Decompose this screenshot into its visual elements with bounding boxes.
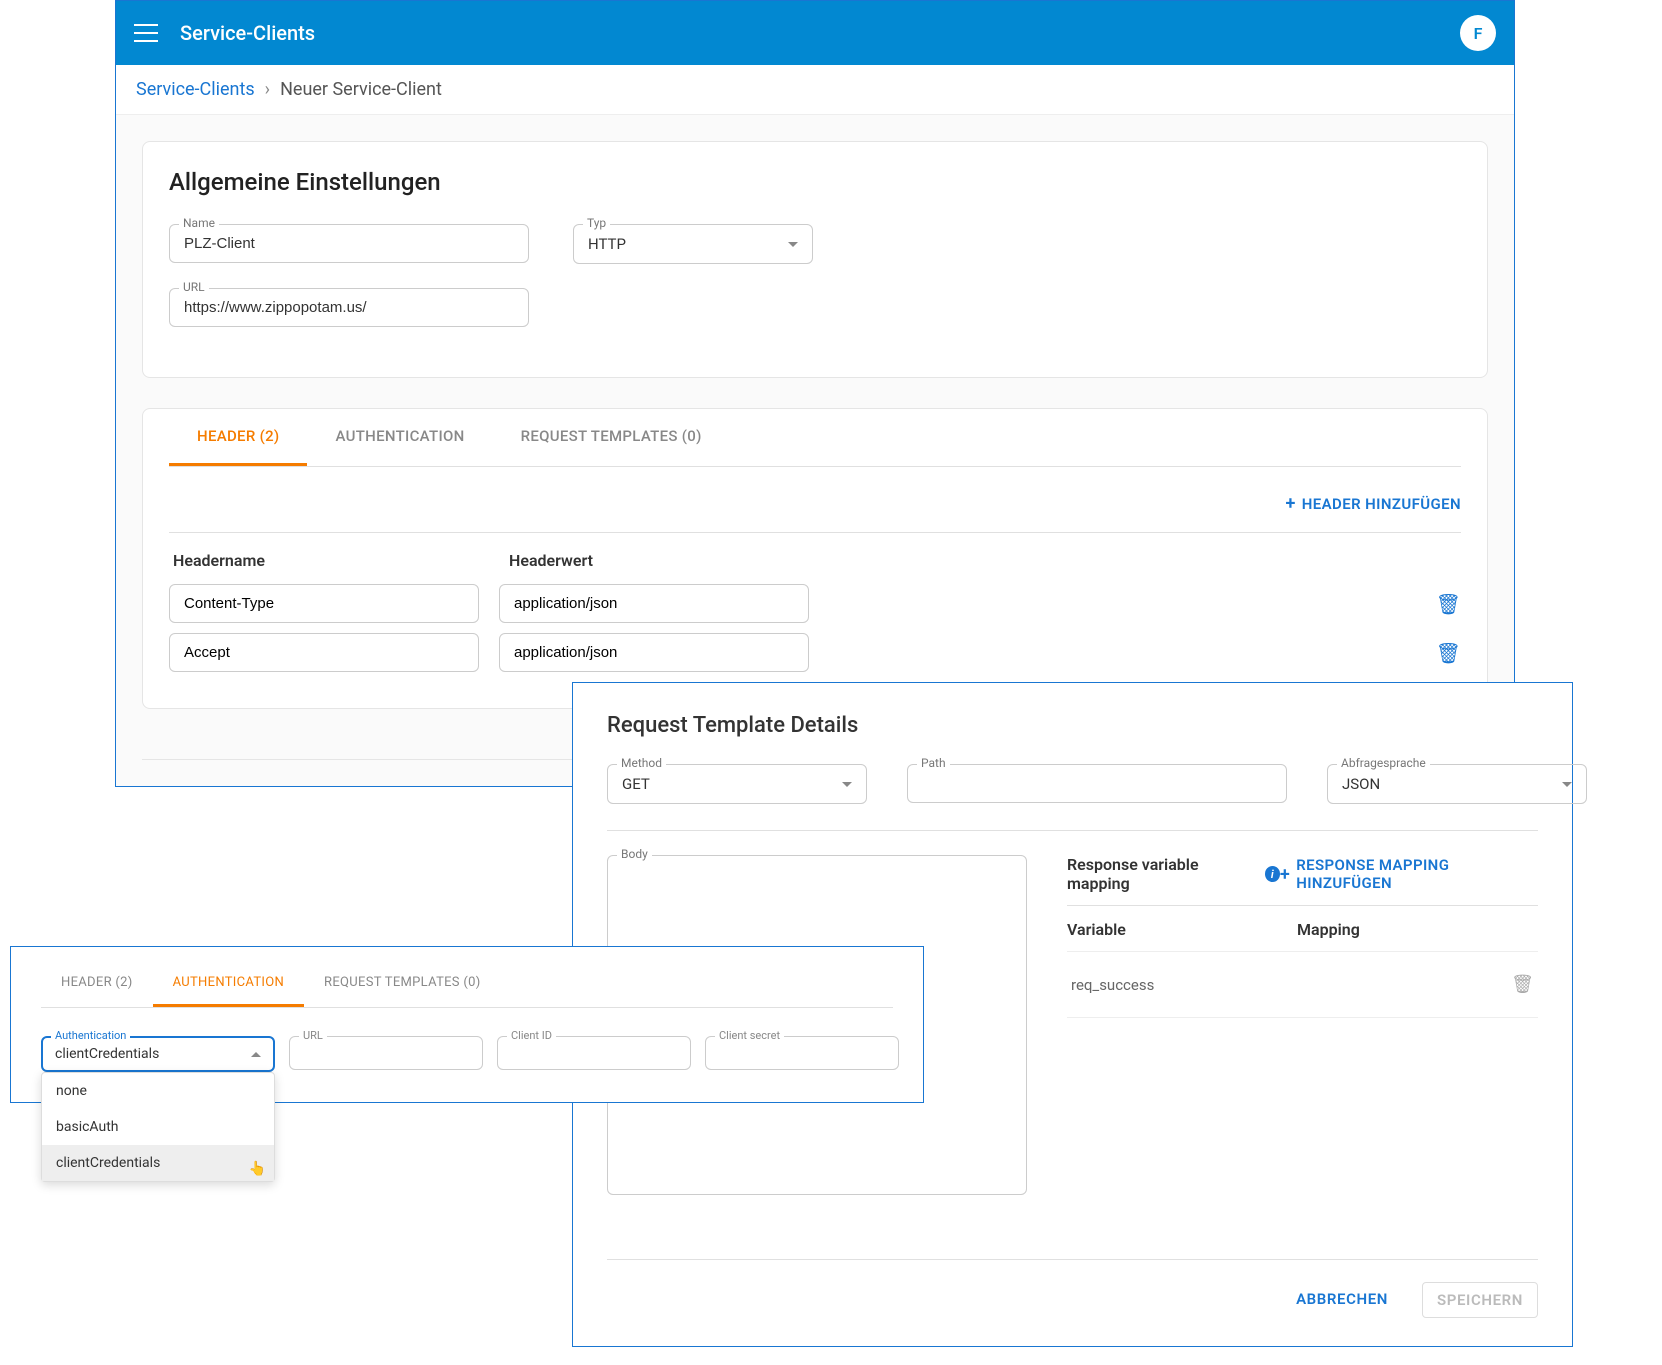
dropdown-item-clientcredentials[interactable]: clientCredentials 👆 bbox=[42, 1145, 274, 1181]
header-value-input[interactable] bbox=[499, 633, 809, 672]
breadcrumb: Service-Clients › Neuer Service-Client bbox=[116, 65, 1514, 115]
auth-select-label: Authentication bbox=[51, 1029, 130, 1042]
auth-url-field: URL bbox=[289, 1036, 483, 1072]
method-label: Method bbox=[617, 756, 666, 770]
trash-icon[interactable]: 🗑 bbox=[1511, 974, 1534, 995]
app-bar-left: Service-Clients bbox=[134, 21, 315, 45]
type-select[interactable]: HTTP bbox=[573, 224, 813, 264]
path-field: Path bbox=[907, 764, 1287, 804]
mapping-section: Response variable mapping i + RESPONSE M… bbox=[1067, 855, 1538, 1018]
chevron-down-icon bbox=[788, 242, 798, 247]
mapping-title: Response variable mapping i bbox=[1067, 855, 1280, 893]
app-bar: Service-Clients F bbox=[116, 1, 1514, 65]
plus-icon: + bbox=[1285, 493, 1295, 514]
method-field: Method GET bbox=[607, 764, 867, 804]
type-value: HTTP bbox=[588, 235, 626, 253]
auth-dropdown-menu: none basicAuth clientCredentials 👆 bbox=[41, 1072, 275, 1182]
lang-select[interactable]: JSON bbox=[1327, 764, 1587, 804]
main-panel: Service-Clients F Service-Clients › Neue… bbox=[115, 0, 1515, 787]
auth-clientid-field: Client ID bbox=[497, 1036, 691, 1072]
method-value: GET bbox=[622, 775, 650, 793]
auth-clientid-label: Client ID bbox=[507, 1029, 556, 1042]
auth-panel: HEADER (2) AUTHENTICATION REQUEST TEMPLA… bbox=[10, 946, 924, 1103]
col-headername: Headername bbox=[169, 551, 509, 570]
name-field: Name bbox=[169, 224, 529, 264]
tab-header[interactable]: HEADER (2) bbox=[41, 961, 153, 1007]
mapping-row: req_success 🗑 bbox=[1067, 951, 1538, 1018]
breadcrumb-current: Neuer Service-Client bbox=[280, 79, 442, 100]
path-label: Path bbox=[917, 756, 950, 770]
name-input[interactable] bbox=[169, 224, 529, 263]
save-button: SPEICHERN bbox=[1422, 1282, 1538, 1318]
chevron-down-icon bbox=[842, 782, 852, 787]
url-input[interactable] bbox=[169, 288, 529, 327]
cancel-button[interactable]: ABBRECHEN bbox=[1282, 1282, 1402, 1318]
dropdown-item-none[interactable]: none bbox=[42, 1073, 274, 1109]
tab-request-templates[interactable]: REQUEST TEMPLATES (0) bbox=[493, 409, 730, 466]
table-row: 🗑 bbox=[169, 584, 1461, 623]
chevron-up-icon bbox=[251, 1052, 261, 1057]
plus-icon: + bbox=[1280, 864, 1290, 885]
add-mapping-label: RESPONSE MAPPING HINZUFÜGEN bbox=[1296, 856, 1538, 892]
type-label: Typ bbox=[583, 216, 610, 230]
tab-authentication[interactable]: AUTHENTICATION bbox=[153, 961, 304, 1007]
menu-icon[interactable] bbox=[134, 24, 158, 42]
body-label: Body bbox=[617, 847, 652, 861]
details-title: Request Template Details bbox=[607, 713, 1538, 738]
tab-request-templates[interactable]: REQUEST TEMPLATES (0) bbox=[304, 961, 501, 1007]
header-value-input[interactable] bbox=[499, 584, 809, 623]
auth-url-label: URL bbox=[299, 1029, 327, 1042]
header-table-head: Headername Headerwert bbox=[169, 533, 1461, 584]
trash-icon[interactable]: 🗑 bbox=[1436, 592, 1461, 616]
col-headerwert: Headerwert bbox=[509, 551, 1461, 570]
auth-select-field: Authentication clientCredentials none ba… bbox=[41, 1036, 275, 1072]
table-row: 🗑 bbox=[169, 633, 1461, 672]
general-title: Allgemeine Einstellungen bbox=[169, 168, 1461, 196]
avatar[interactable]: F bbox=[1460, 15, 1496, 51]
cursor-icon: 👆 bbox=[249, 1161, 266, 1177]
name-label: Name bbox=[179, 216, 219, 230]
url-field: URL bbox=[169, 288, 529, 327]
col-variable: Variable bbox=[1067, 920, 1297, 939]
dropdown-item-basicauth[interactable]: basicAuth bbox=[42, 1109, 274, 1145]
col-mapping: Mapping bbox=[1297, 920, 1538, 939]
auth-secret-field: Client secret bbox=[705, 1036, 899, 1072]
lang-field: Abfragesprache JSON bbox=[1327, 764, 1587, 804]
tab-header[interactable]: HEADER (2) bbox=[169, 409, 307, 466]
auth-secret-label: Client secret bbox=[715, 1029, 784, 1042]
url-label: URL bbox=[179, 280, 209, 294]
tabs: HEADER (2) AUTHENTICATION REQUEST TEMPLA… bbox=[169, 409, 1461, 467]
app-title: Service-Clients bbox=[180, 21, 315, 45]
auth-tabs: HEADER (2) AUTHENTICATION REQUEST TEMPLA… bbox=[41, 961, 893, 1008]
general-settings-card: Allgemeine Einstellungen Name Typ HTTP U… bbox=[142, 141, 1488, 378]
type-field: Typ HTTP bbox=[573, 224, 813, 264]
add-mapping-button[interactable]: + RESPONSE MAPPING HINZUFÜGEN bbox=[1280, 856, 1538, 892]
header-name-input[interactable] bbox=[169, 633, 479, 672]
auth-select-value: clientCredentials bbox=[55, 1046, 159, 1062]
chevron-right-icon: › bbox=[265, 79, 270, 100]
lang-value: JSON bbox=[1342, 775, 1380, 793]
info-icon[interactable]: i bbox=[1265, 866, 1280, 882]
tab-authentication[interactable]: AUTHENTICATION bbox=[307, 409, 492, 466]
add-header-label: HEADER HINZUFÜGEN bbox=[1302, 495, 1461, 513]
method-select[interactable]: GET bbox=[607, 764, 867, 804]
breadcrumb-root[interactable]: Service-Clients bbox=[136, 79, 255, 100]
trash-icon[interactable]: 🗑 bbox=[1436, 641, 1461, 665]
add-header-button[interactable]: + HEADER HINZUFÜGEN bbox=[1285, 493, 1461, 514]
header-name-input[interactable] bbox=[169, 584, 479, 623]
lang-label: Abfragesprache bbox=[1337, 756, 1430, 770]
path-input[interactable] bbox=[907, 764, 1287, 803]
chevron-down-icon bbox=[1562, 782, 1572, 787]
tabs-card: HEADER (2) AUTHENTICATION REQUEST TEMPLA… bbox=[142, 408, 1488, 709]
mapping-variable: req_success bbox=[1071, 976, 1301, 994]
